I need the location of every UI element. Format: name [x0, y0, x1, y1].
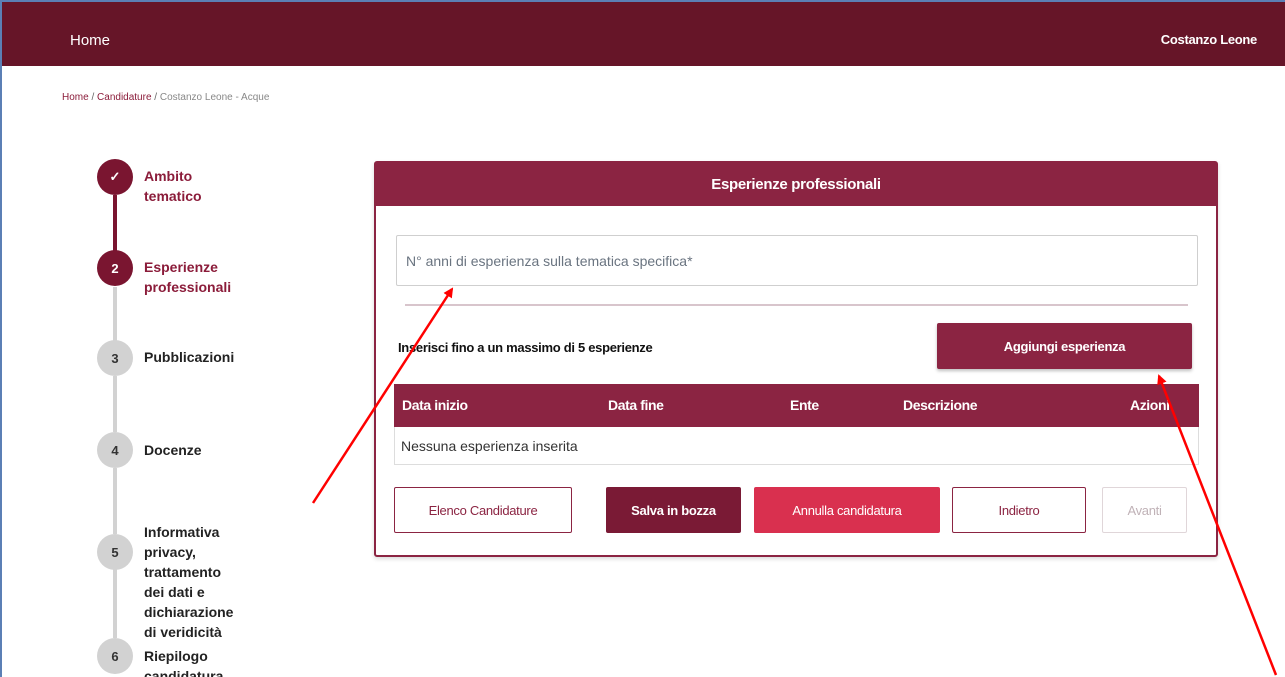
breadcrumb-separator: / — [151, 92, 160, 103]
years-experience-input[interactable] — [396, 235, 1198, 286]
step-label-line: Informativa privacy, — [144, 524, 220, 560]
step-3-number[interactable]: 3 — [97, 340, 133, 376]
breadcrumb: Home / Candidature / Costanzo Leone - Ac… — [62, 92, 269, 103]
step-label-docenze[interactable]: Docenze — [144, 440, 202, 460]
step-label-informativa-privacy[interactable]: Informativa privacy, trattamento dei dat… — [144, 522, 233, 642]
next-button-disabled: Avanti — [1102, 487, 1187, 533]
column-header-descrizione[interactable]: Descrizione — [903, 397, 978, 413]
esperienze-card: Esperienze professionali Inserisci fino … — [374, 161, 1218, 557]
user-name[interactable]: Costanzo Leone — [1161, 32, 1258, 47]
step-label-pubblicazioni[interactable]: Pubblicazioni — [144, 347, 234, 367]
save-draft-button[interactable]: Salva in bozza — [606, 487, 741, 533]
column-header-data-inizio[interactable]: Data inizio — [402, 397, 468, 413]
step-6-number[interactable]: 6 — [97, 638, 133, 674]
max-experiences-hint: Inserisci fino a un massimo di 5 esperie… — [398, 340, 653, 355]
section-divider — [405, 304, 1188, 306]
step-label-riepilogo-candidatura[interactable]: Riepilogo candidatura — [144, 646, 223, 677]
back-button[interactable]: Indietro — [952, 487, 1086, 533]
column-header-data-fine[interactable]: Data fine — [608, 397, 664, 413]
card-title: Esperienze professionali — [376, 163, 1216, 206]
experiences-table-header: Data inizio Data fine Ente Descrizione A… — [394, 384, 1199, 427]
add-experience-button[interactable]: Aggiungi esperienza — [937, 323, 1192, 369]
window-frame-left — [0, 0, 2, 677]
column-header-ente[interactable]: Ente — [790, 397, 819, 413]
column-header-azioni[interactable]: Azioni — [1130, 397, 1170, 413]
home-link[interactable]: Home — [70, 32, 110, 49]
cancel-application-button[interactable]: Annulla candidatura — [754, 487, 940, 533]
step-connector — [113, 468, 117, 534]
step-connector — [113, 287, 117, 342]
step-connector — [113, 568, 117, 638]
empty-table-message: Nessuna esperienza inserita — [401, 438, 578, 454]
step-label-line: dichiarazione di veridicità — [144, 604, 234, 640]
step-connector — [113, 376, 117, 432]
breadcrumb-candidature[interactable]: Candidature — [97, 92, 151, 103]
table-empty-row: Nessuna esperienza inserita — [394, 427, 1199, 465]
step-4-number[interactable]: 4 — [97, 432, 133, 468]
step-label-ambito-tematico[interactable]: Ambito tematico — [144, 166, 202, 206]
step-connector — [113, 195, 117, 257]
step-label-line: trattamento dei dati e — [144, 564, 222, 600]
step-label-esperienze-professionali[interactable]: Esperienze professionali — [144, 257, 231, 297]
elenco-candidature-button[interactable]: Elenco Candidature — [394, 487, 572, 533]
breadcrumb-current: Costanzo Leone - Acque — [159, 92, 270, 103]
step-1-check-icon[interactable]: ✓ — [97, 159, 133, 195]
step-2-number[interactable]: 2 — [97, 250, 133, 286]
breadcrumb-home[interactable]: Home — [62, 92, 89, 103]
breadcrumb-separator: / — [88, 92, 98, 103]
top-navbar: Home Costanzo Leone — [2, 2, 1285, 66]
step-5-number[interactable]: 5 — [97, 534, 133, 570]
